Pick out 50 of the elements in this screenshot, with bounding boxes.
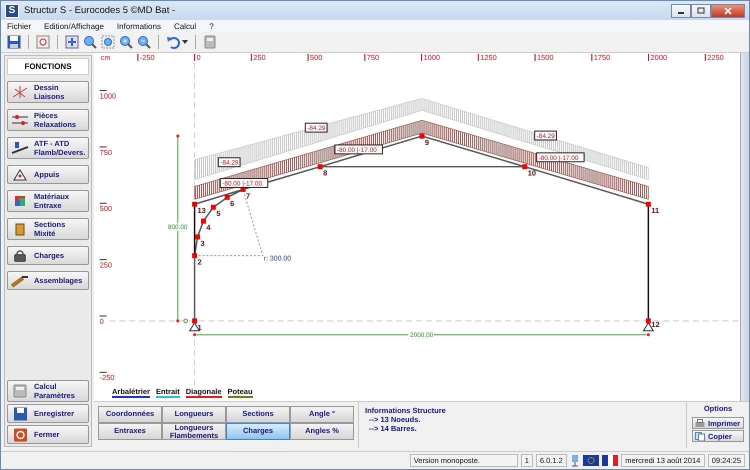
node-marker[interactable]	[210, 204, 216, 210]
menu-item[interactable]: Fichier	[7, 22, 32, 30]
maximize-icon	[697, 7, 705, 14]
timber-joint-icon	[11, 276, 28, 288]
close-button[interactable]	[711, 4, 745, 18]
minimize-button[interactable]	[671, 4, 691, 18]
materials-cube-icon	[15, 196, 25, 206]
power-icon	[14, 428, 27, 441]
origin-marker	[183, 318, 188, 324]
menu-item[interactable]: ?	[209, 22, 214, 30]
functions-header: FONCTIONS	[7, 58, 89, 75]
node-marker[interactable]	[195, 234, 200, 240]
node-marker[interactable]	[522, 164, 528, 170]
node-marker[interactable]	[224, 194, 230, 200]
zoom-in-icon[interactable]	[119, 35, 133, 49]
beam-icon	[12, 142, 28, 154]
node-marker[interactable]	[318, 164, 323, 170]
support-icon	[13, 168, 27, 180]
calculator-icon[interactable]	[203, 35, 217, 49]
caret-icon[interactable]	[182, 40, 188, 44]
node-marker[interactable]	[646, 202, 651, 207]
maximize-button[interactable]	[691, 4, 711, 18]
french-flag-icon	[602, 455, 618, 466]
pan-icon[interactable]	[65, 35, 79, 49]
network-icon	[570, 454, 580, 467]
eu-flag-icon	[582, 455, 599, 466]
support-icon	[188, 322, 200, 332]
menu-item[interactable]: Calcul	[174, 22, 196, 30]
save-icon[interactable]	[7, 35, 21, 49]
menu-item[interactable]: Edition/Affichage	[44, 22, 104, 30]
undo-icon[interactable]	[166, 35, 180, 49]
printer-icon	[696, 418, 704, 426]
node-marker[interactable]	[420, 134, 424, 139]
zoom-window-icon[interactable]	[101, 35, 115, 49]
node-marker[interactable]	[192, 253, 198, 258]
app-icon: S	[5, 4, 19, 18]
node-marker[interactable]	[201, 218, 206, 224]
zoom-out-icon[interactable]	[137, 35, 151, 49]
close-icon	[724, 6, 732, 14]
window-title: Structur S - Eurocodes 5 ©MD Bat -	[24, 5, 176, 16]
calculator-icon	[14, 384, 26, 398]
node-marker[interactable]	[192, 202, 198, 207]
copy-icon	[695, 432, 705, 440]
node-marker[interactable]	[646, 318, 651, 324]
vertical-scrollbar[interactable]	[740, 53, 749, 401]
save-icon	[14, 407, 27, 420]
menu-item[interactable]: Informations	[116, 22, 161, 30]
node-marker[interactable]	[192, 318, 198, 324]
section-block-icon	[16, 224, 24, 236]
zoom-icon[interactable]	[83, 35, 97, 49]
